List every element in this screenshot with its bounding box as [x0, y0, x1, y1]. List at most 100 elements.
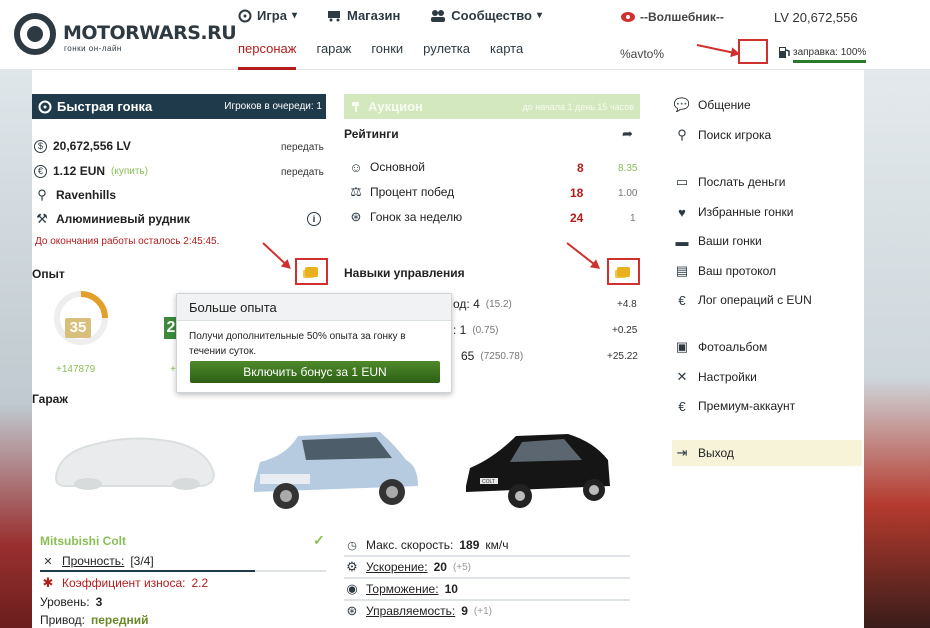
- popup-text: Получи дополнительные 50% опыта за гонку…: [189, 331, 406, 357]
- fuel-status[interactable]: заправка: 100%: [793, 47, 867, 63]
- skill-sub-3: (7250.78): [480, 350, 524, 362]
- eun-amount: 1.12 EUN: [53, 164, 106, 178]
- menu-label: Фотоальбом: [698, 340, 768, 354]
- chevron-down-icon: ▾: [291, 10, 297, 21]
- tab-character[interactable]: персонаж: [238, 41, 297, 70]
- garage-title: Гараж: [32, 392, 68, 406]
- tab-roulette[interactable]: рулетка: [423, 41, 470, 70]
- accel-bonus: (+5): [452, 561, 471, 573]
- speedometer-icon: ◷: [347, 539, 357, 552]
- car-cover-image[interactable]: [48, 430, 220, 492]
- scales-icon: ⚖: [350, 184, 362, 199]
- auction-header[interactable]: Аукцион до начала 1 день 15 часов: [344, 94, 640, 119]
- nav-item-community[interactable]: Сообщество ▾: [430, 8, 542, 23]
- menu-item-settings[interactable]: ✕ Настройки: [672, 364, 862, 390]
- car-level-row: Уровень: 3: [40, 595, 102, 609]
- money-icon: ▭: [675, 174, 689, 189]
- menu-item-send-money[interactable]: ▭ Послать деньги: [672, 169, 862, 195]
- heart-icon: ♥: [678, 204, 686, 220]
- brake-value: 10: [444, 582, 458, 596]
- skill-row-2: : 1 (0.75): [453, 323, 498, 337]
- brake-row: ◉ Торможение: 10: [344, 581, 458, 596]
- user-name-label: --Волшебник--: [640, 10, 724, 24]
- euro-icon: €: [34, 164, 47, 178]
- logo-icon[interactable]: [14, 13, 56, 55]
- quick-race-header[interactable]: Быстрая гонка Игроков в очереди: 1: [32, 94, 326, 119]
- accel-label[interactable]: Ускорение:: [366, 560, 428, 574]
- brake-label[interactable]: Торможение:: [366, 582, 439, 596]
- wear-row: ✱ Коэффициент износа: 2.2: [40, 575, 209, 590]
- rating-extra-main: 8.35: [618, 163, 638, 174]
- nav-item-shop[interactable]: Магазин: [327, 8, 400, 23]
- tab-map[interactable]: карта: [490, 41, 523, 70]
- tab-races[interactable]: гонки: [371, 41, 403, 70]
- quick-race-title: Быстрая гонка: [57, 99, 153, 114]
- max-speed-row: ◷ Макс. скорость: 189 км/ч: [344, 538, 508, 552]
- cart-icon: [327, 11, 340, 22]
- car-level-value: 3: [95, 595, 103, 609]
- work-name[interactable]: Алюминиевый рудник: [56, 212, 190, 226]
- menu-item-eun-log[interactable]: € Лог операций с EUN: [672, 287, 862, 313]
- background-left: [0, 70, 32, 628]
- skills-bonus-button[interactable]: [607, 258, 640, 285]
- skill-row-3: 65 (7250.78): [461, 349, 523, 363]
- eun-row: € 1.12 EUN (купить): [34, 164, 148, 178]
- auction-timer: до начала 1 день 15 часов: [522, 101, 634, 112]
- menu-item-chat[interactable]: 💬 Общение: [672, 92, 862, 118]
- durability-label[interactable]: Прочность:: [62, 554, 124, 568]
- highlight-box: [738, 39, 768, 64]
- main-nav: Игра ▾ Магазин Сообщество ▾: [238, 8, 542, 23]
- menu-item-photo[interactable]: ▣ Фотоальбом: [672, 334, 862, 360]
- buy-eun-link[interactable]: (купить): [111, 166, 148, 177]
- tab-garage[interactable]: гараж: [316, 41, 351, 70]
- transfer-lv-link[interactable]: передать: [281, 142, 324, 153]
- speed-unit: км/ч: [485, 538, 509, 552]
- search-icon: ⚲: [677, 127, 687, 142]
- car-level-label: Уровень:: [40, 595, 90, 609]
- fuel-pump-icon[interactable]: [777, 45, 791, 59]
- gear-icon: ⚙: [346, 559, 358, 574]
- nav-item-game[interactable]: Игра ▾: [238, 8, 297, 23]
- menu-item-protocol[interactable]: ▤ Ваш протокол: [672, 258, 862, 284]
- queue-count: Игроков в очереди: 1: [224, 101, 322, 112]
- rating-label-main: Основной: [370, 160, 426, 174]
- rating-value-main: 8: [577, 161, 584, 175]
- menu-item-search[interactable]: ⚲ Поиск игрока: [672, 122, 862, 148]
- menu-item-your-races[interactable]: ▬ Ваши гонки: [672, 228, 862, 254]
- euro-icon: €: [678, 292, 686, 308]
- rating-value-week: 24: [570, 211, 584, 225]
- checkmark-icon[interactable]: ✓: [313, 532, 325, 549]
- document-icon: ▤: [675, 263, 689, 278]
- skill-text-2: : 1: [453, 323, 467, 337]
- rating-row-week: ⊛ Гонок за неделю: [348, 209, 463, 224]
- menu-item-exit[interactable]: ⇥ Выход: [672, 440, 862, 466]
- city-name[interactable]: Ravenhills: [56, 188, 116, 202]
- exit-icon: ⇥: [676, 445, 688, 460]
- car-name[interactable]: Mitsubishi Colt: [40, 534, 126, 548]
- skill-sub-2: (0.75): [472, 324, 499, 336]
- rating-extra-wins: 1.00: [618, 188, 638, 199]
- skill-text-1: од: 4: [453, 297, 480, 311]
- tools-icon: ✕: [676, 369, 688, 384]
- rating-extra-week: 1: [630, 213, 636, 224]
- share-icon[interactable]: ➦: [622, 126, 633, 142]
- enable-bonus-button[interactable]: Включить бонус за 1 EUN: [190, 361, 440, 383]
- brand-name[interactable]: MOTORWARS.RU: [63, 22, 237, 44]
- euro-icon: €: [678, 398, 686, 414]
- popup-title: Больше опыта: [177, 294, 451, 321]
- handling-label[interactable]: Управляемость:: [366, 604, 455, 618]
- car-subaru-image[interactable]: [246, 426, 424, 514]
- car-colt-image[interactable]: COLT: [460, 428, 616, 514]
- experience-title: Опыт: [32, 267, 65, 281]
- max-speed-value: 189: [459, 538, 480, 552]
- steering-wheel-icon: [38, 100, 52, 113]
- drive-label: Привод:: [40, 613, 85, 627]
- transfer-eun-link[interactable]: передать: [281, 167, 324, 178]
- rating-label-week: Гонок за неделю: [370, 210, 463, 224]
- experience-bonus-button[interactable]: [295, 258, 328, 285]
- work-timer: До окончания работы осталось 2:45:45.: [35, 236, 220, 247]
- user-name[interactable]: --Волшебник--: [620, 10, 724, 24]
- menu-item-favorites[interactable]: ♥ Избранные гонки: [672, 199, 862, 225]
- menu-item-premium[interactable]: € Премиум-аккаунт: [672, 393, 862, 419]
- info-icon[interactable]: i: [307, 212, 321, 226]
